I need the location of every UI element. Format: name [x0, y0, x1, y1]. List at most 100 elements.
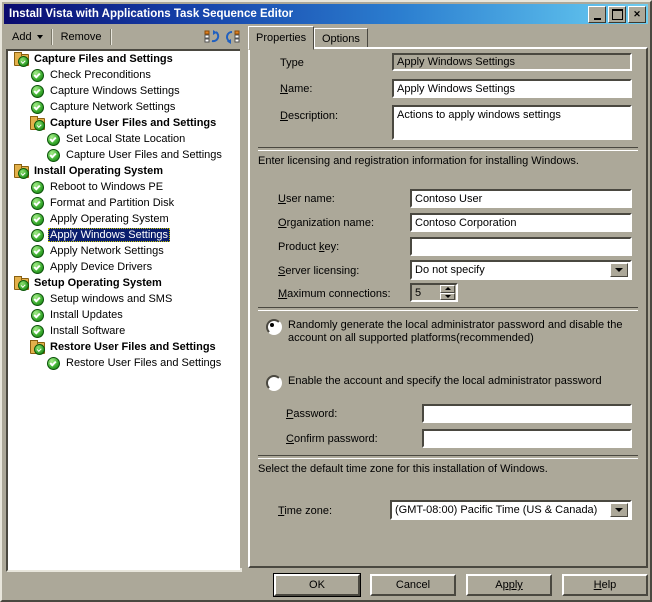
- dialog-button-bar: OK Cancel Apply Help: [6, 572, 650, 600]
- password-input[interactable]: [422, 404, 632, 423]
- green-check-icon: [29, 211, 45, 227]
- tree-item-label: Capture Network Settings: [48, 100, 177, 114]
- tree-item-label: Install Operating System: [32, 164, 165, 178]
- green-check-icon: [45, 355, 61, 371]
- help-button[interactable]: Help: [562, 574, 648, 596]
- stepper-down-icon[interactable]: [440, 293, 455, 301]
- name-input[interactable]: Apply Windows Settings: [392, 79, 632, 98]
- product-key-input[interactable]: [410, 237, 632, 256]
- tree-item[interactable]: Format and Partition Disk: [8, 195, 240, 211]
- add-button[interactable]: Add: [6, 27, 49, 47]
- tree-item-label: Setup windows and SMS: [48, 292, 174, 306]
- product-key-label: Product key:: [278, 241, 339, 253]
- max-connections-value: 5: [415, 287, 421, 299]
- separator-3: [258, 455, 638, 459]
- radio-random-password[interactable]: Randomly generate the local administrato…: [266, 319, 626, 345]
- folder-icon: [13, 51, 29, 67]
- separator-1: [258, 147, 638, 151]
- editor-toolbar: Add Remove: [6, 26, 244, 48]
- tree-item-label: Check Preconditions: [48, 68, 153, 82]
- organization-input[interactable]: Contoso Corporation: [410, 213, 632, 232]
- tree-item[interactable]: Apply Network Settings: [8, 243, 240, 259]
- confirm-password-label: Confirm password:: [286, 433, 378, 445]
- apply-button[interactable]: Apply: [466, 574, 552, 596]
- timezone-select[interactable]: (GMT-08:00) Pacific Time (US & Canada): [390, 500, 632, 520]
- stepper-up-icon[interactable]: [440, 285, 455, 293]
- task-sequence-editor-window: Install Vista with Applications Task Seq…: [0, 0, 652, 602]
- tree-item[interactable]: Capture User Files and Settings: [8, 147, 240, 163]
- green-check-icon: [29, 291, 45, 307]
- chevron-down-icon[interactable]: [610, 263, 628, 277]
- separator-2: [258, 307, 638, 311]
- task-sequence-tree[interactable]: Capture Files and SettingsCheck Precondi…: [6, 49, 242, 572]
- green-check-icon: [29, 195, 45, 211]
- green-check-icon: [45, 131, 61, 147]
- radio-random-password-label: Randomly generate the local administrato…: [288, 319, 626, 345]
- ok-button-label: OK: [309, 579, 325, 591]
- remove-button[interactable]: Remove: [55, 27, 108, 47]
- tree-item[interactable]: Install Operating System: [8, 163, 240, 179]
- tree-item[interactable]: Set Local State Location: [8, 131, 240, 147]
- tab-options-label: Options: [322, 33, 360, 45]
- description-input[interactable]: Actions to apply windows settings: [392, 105, 632, 140]
- green-check-icon: [29, 179, 45, 195]
- folder-icon: [29, 115, 45, 131]
- tree-item[interactable]: Apply Operating System: [8, 211, 240, 227]
- tree-item-label: Reboot to Windows PE: [48, 180, 165, 194]
- close-button[interactable]: ✕: [628, 6, 646, 23]
- radio-enable-account[interactable]: Enable the account and specify the local…: [266, 375, 626, 391]
- tree-item-label: Capture User Files and Settings: [48, 116, 218, 130]
- minimize-button[interactable]: [588, 6, 606, 23]
- tree-item[interactable]: Capture Network Settings: [8, 99, 240, 115]
- folder-check-badge-icon: [18, 56, 29, 67]
- move-up-icon[interactable]: [204, 29, 220, 45]
- confirm-password-input[interactable]: [422, 429, 632, 448]
- cancel-button[interactable]: Cancel: [370, 574, 456, 596]
- remove-button-label: Remove: [61, 31, 102, 43]
- add-button-label: Add: [12, 31, 32, 43]
- server-licensing-select[interactable]: Do not specify: [410, 260, 632, 280]
- tree-item[interactable]: Capture Windows Settings: [8, 83, 240, 99]
- tree-item[interactable]: Restore User Files and Settings: [8, 339, 240, 355]
- tree-item[interactable]: Apply Device Drivers: [8, 259, 240, 275]
- description-label: Description:: [280, 110, 338, 122]
- maximize-button[interactable]: [608, 6, 626, 23]
- move-down-icon[interactable]: [224, 29, 240, 45]
- window-title: Install Vista with Applications Task Seq…: [4, 8, 293, 20]
- tree-item[interactable]: Install Software: [8, 323, 240, 339]
- user-name-input[interactable]: Contoso User: [410, 189, 632, 208]
- max-connections-stepper[interactable]: 5: [410, 283, 458, 302]
- type-value: Apply Windows Settings: [392, 53, 632, 71]
- tab-properties[interactable]: Properties: [248, 26, 314, 50]
- radio-enable-account-label: Enable the account and specify the local…: [288, 375, 602, 388]
- tree-item-label: Install Software: [48, 324, 127, 338]
- chevron-down-icon-2[interactable]: [610, 503, 628, 517]
- tree-item[interactable]: Setup windows and SMS: [8, 291, 240, 307]
- tree-item[interactable]: Restore User Files and Settings: [8, 355, 240, 371]
- timezone-hint: Select the default time zone for this in…: [258, 463, 548, 475]
- tree-list: Capture Files and SettingsCheck Precondi…: [8, 51, 240, 371]
- password-label: Password:: [286, 408, 337, 420]
- tree-item[interactable]: Setup Operating System: [8, 275, 240, 291]
- tree-item[interactable]: Install Updates: [8, 307, 240, 323]
- tree-item[interactable]: Capture Files and Settings: [8, 51, 240, 67]
- folder-icon: [13, 163, 29, 179]
- radio-button-icon[interactable]: [266, 319, 282, 335]
- help-button-label: Help: [594, 579, 617, 591]
- organization-label: Organization name:: [278, 217, 374, 229]
- green-check-icon: [45, 147, 61, 163]
- timezone-value: (GMT-08:00) Pacific Time (US & Canada): [395, 504, 597, 516]
- tree-item[interactable]: Check Preconditions: [8, 67, 240, 83]
- tree-item[interactable]: Apply Windows Settings: [8, 227, 240, 243]
- green-check-icon: [29, 227, 45, 243]
- tree-item[interactable]: Reboot to Windows PE: [8, 179, 240, 195]
- green-check-icon: [29, 259, 45, 275]
- tree-item-label: Set Local State Location: [64, 132, 187, 146]
- panel-splitter[interactable]: [240, 49, 246, 568]
- name-label: Name:: [280, 83, 312, 95]
- tree-item[interactable]: Capture User Files and Settings: [8, 115, 240, 131]
- stepper-buttons[interactable]: [440, 285, 455, 300]
- ok-button[interactable]: OK: [274, 574, 360, 596]
- radio-button-icon-2[interactable]: [266, 375, 282, 391]
- folder-icon: [13, 275, 29, 291]
